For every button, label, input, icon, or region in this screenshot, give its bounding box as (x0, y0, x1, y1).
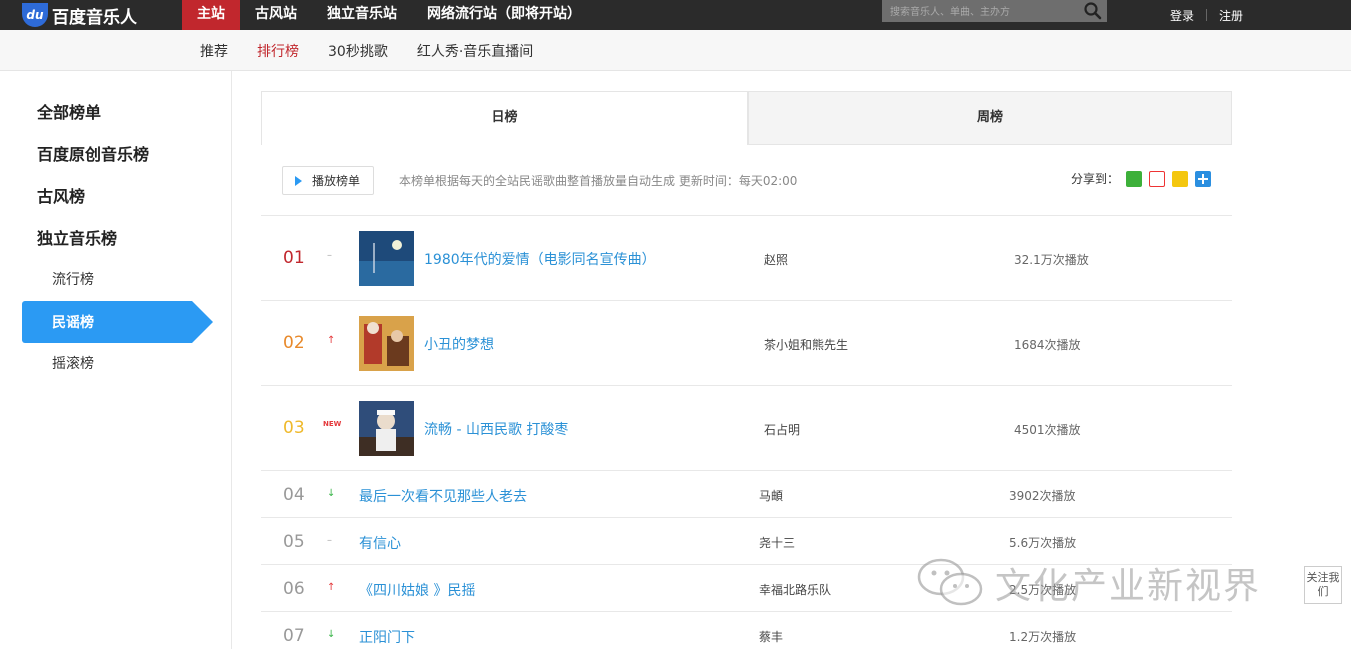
play-count: 1684次播放 (1014, 338, 1081, 352)
sidebar-all-charts[interactable]: 全部榜单 (37, 99, 101, 123)
rank-number: 01 (283, 248, 305, 268)
table-row: 07 ↓ 正阳门下 蔡丰 1.2万次播放 (261, 611, 1232, 658)
table-row: 02 ↑ 小丑的梦想 茶小姐和熊先生 1684次播放 (261, 300, 1232, 385)
search-box (882, 0, 1107, 24)
search-icon[interactable] (1083, 1, 1103, 21)
sidebar-indie-chart[interactable]: 独立音乐榜 (37, 225, 117, 249)
trend-new-badge: NEW (323, 420, 342, 428)
play-list-button[interactable]: 播放榜单 (282, 166, 374, 195)
wechat-watermark-icon (917, 558, 983, 606)
song-artist[interactable]: 赵照 (764, 251, 788, 268)
weibo-share-icon[interactable] (1149, 170, 1166, 187)
rank-number: 05 (283, 532, 305, 552)
subnav-30s-pick[interactable]: 30秒挑歌 (328, 41, 388, 61)
song-artist[interactable]: 石占明 (764, 421, 800, 438)
trend-up-icon: ↑ (327, 335, 336, 346)
nav-indie-music[interactable]: 独立音乐站 (312, 0, 412, 30)
tab-daily[interactable]: 日榜 (261, 91, 748, 145)
chart-sidebar: 全部榜单 百度原创音乐榜 古风榜 独立音乐榜 流行榜 民谣榜 摇滚榜 (0, 71, 232, 649)
rank-number: 03 (283, 418, 305, 438)
trend-flat-icon: – (327, 250, 332, 261)
song-artist[interactable]: 幸福北路乐队 (759, 581, 831, 598)
subnav-charts[interactable]: 排行榜 (257, 41, 299, 61)
sidebar-ancient-chart[interactable]: 古风榜 (37, 183, 85, 207)
nav-ancient-style[interactable]: 古风站 (240, 0, 312, 30)
logo-badge: du (22, 3, 48, 27)
wechat-share-icon[interactable] (1126, 170, 1143, 187)
song-title[interactable]: 流畅 - 山西民歌 打酸枣 (424, 419, 568, 439)
trend-flat-icon: – (327, 535, 332, 546)
song-title[interactable]: 最后一次看不见那些人老去 (359, 486, 527, 506)
sidebar-folk-chart[interactable]: 民谣榜 (22, 301, 213, 343)
song-title[interactable]: 1980年代的爱情（电影同名宣传曲） (424, 249, 656, 269)
logo-text: 百度音乐人 (52, 7, 137, 28)
rank-number: 04 (283, 485, 305, 505)
song-title[interactable]: 有信心 (359, 533, 401, 553)
song-title[interactable]: 《四川姑娘 》民摇 (359, 580, 475, 600)
play-icon (295, 175, 302, 186)
watermark-text: 文化产业新视界 (995, 565, 1262, 607)
follow-us-button[interactable]: 关注我们 (1304, 566, 1342, 604)
nav-web-pop[interactable]: 网络流行站（即将开站） (412, 0, 596, 30)
sidebar-folk-label: 民谣榜 (52, 315, 94, 331)
sidebar-pop-chart[interactable]: 流行榜 (52, 269, 94, 289)
song-artist[interactable]: 茶小姐和熊先生 (764, 336, 848, 353)
trend-up-icon: ↑ (327, 582, 336, 593)
album-cover[interactable] (359, 401, 414, 456)
song-title[interactable]: 小丑的梦想 (424, 334, 494, 354)
top-bar: du 百度音乐人 主站 古风站 独立音乐站 网络流行站（即将开站） 登录 注册 (0, 0, 1351, 30)
login-link[interactable]: 登录 (1170, 7, 1194, 24)
sub-nav: 推荐 排行榜 30秒挑歌 红人秀·音乐直播间 (0, 30, 1351, 71)
register-link[interactable]: 注册 (1219, 7, 1243, 24)
play-count: 3902次播放 (1009, 489, 1076, 503)
table-row: 03 NEW 流畅 - 山西民歌 打酸枣 石占明 4501次播放 (261, 385, 1232, 470)
play-count: 4501次播放 (1014, 423, 1081, 437)
tab-weekly[interactable]: 周榜 (748, 91, 1232, 145)
share-label: 分享到： (1071, 172, 1120, 186)
divider (1206, 9, 1208, 21)
auth-links: 登录 注册 (1170, 0, 1243, 30)
sidebar-rock-chart[interactable]: 摇滚榜 (52, 353, 94, 373)
song-artist[interactable]: 蔡丰 (759, 628, 783, 645)
album-cover[interactable] (359, 231, 414, 286)
play-count: 32.1万次播放 (1014, 253, 1089, 267)
search-input[interactable] (882, 1, 1072, 24)
album-cover[interactable] (359, 316, 414, 371)
rank-number: 06 (283, 579, 305, 599)
rank-number: 02 (283, 333, 305, 353)
watermark: 文化产业新视界 (915, 555, 1261, 610)
nav-main-site[interactable]: 主站 (182, 0, 240, 30)
subnav-live-room[interactable]: 红人秀·音乐直播间 (417, 41, 533, 61)
play-count: 5.6万次播放 (1009, 536, 1077, 550)
chart-tabs: 日榜 周榜 (261, 91, 1232, 145)
chart-description: 本榜单根据每天的全站民谣歌曲整首播放量自动生成 更新时间：每天02:00 (399, 174, 798, 188)
share-bar: 分享到： (1071, 170, 1212, 187)
qzone-share-icon[interactable] (1172, 170, 1189, 187)
play-count: 1.2万次播放 (1009, 630, 1077, 644)
table-row: 04 ↓ 最后一次看不见那些人老去 马頔 3902次播放 (261, 470, 1232, 517)
song-artist[interactable]: 马頔 (759, 487, 783, 504)
main-nav: 主站 古风站 独立音乐站 网络流行站（即将开站） (182, 0, 596, 30)
rank-number: 07 (283, 626, 305, 646)
song-artist[interactable]: 尧十三 (759, 534, 795, 551)
subnav-recommend[interactable]: 推荐 (200, 41, 228, 61)
logo[interactable]: du 百度音乐人 (22, 0, 137, 30)
sidebar-original-chart[interactable]: 百度原创音乐榜 (37, 141, 149, 165)
song-title[interactable]: 正阳门下 (359, 627, 415, 647)
play-list-label: 播放榜单 (312, 174, 361, 188)
trend-down-icon: ↓ (327, 629, 336, 640)
table-row: 01 – 1980年代的爱情（电影同名宣传曲） 赵照 32.1万次播放 (261, 215, 1232, 300)
more-share-icon[interactable] (1195, 170, 1212, 187)
trend-down-icon: ↓ (327, 488, 336, 499)
